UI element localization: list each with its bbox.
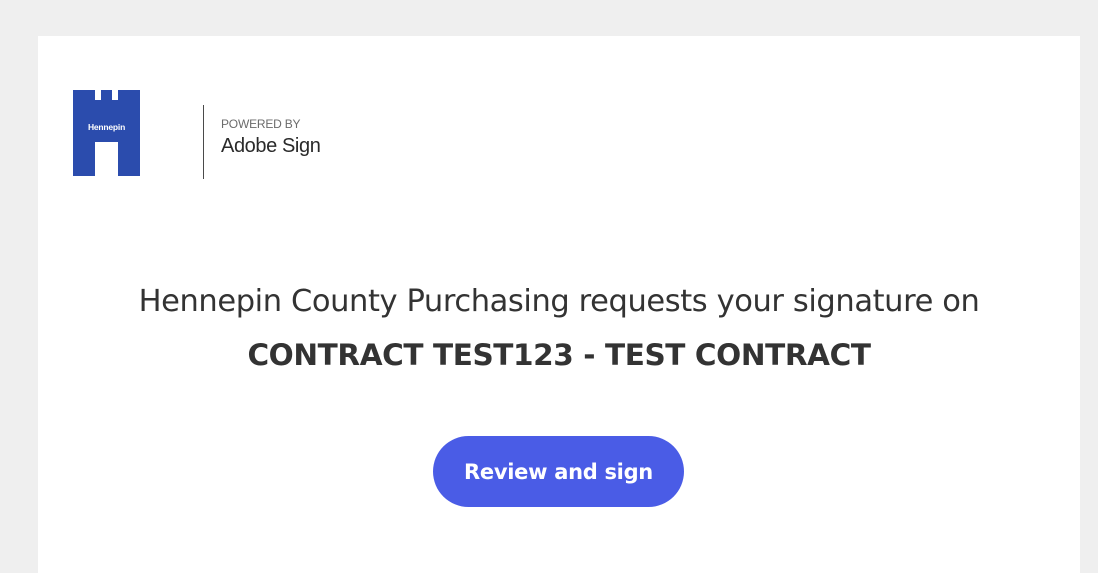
powered-by-label: POWERED BY <box>221 117 301 131</box>
email-card: Hennepin POWERED BY Adobe Sign Hennepin … <box>38 36 1080 573</box>
powered-by-block: POWERED BY Adobe Sign <box>221 117 321 159</box>
hennepin-h-icon <box>73 90 140 176</box>
hennepin-logo: Hennepin <box>73 90 140 176</box>
logo-divider <box>203 105 204 179</box>
document-title: CONTRACT TEST123 - TEST CONTRACT <box>247 338 871 372</box>
hennepin-logo-text: Hennepin <box>87 122 126 132</box>
adobe-sign-wordmark: Adobe Sign <box>221 135 321 157</box>
signature-request-text: Hennepin County Purchasing requests your… <box>138 284 980 319</box>
review-and-sign-button[interactable]: Review and sign <box>433 436 684 507</box>
header-logos: Hennepin POWERED BY Adobe Sign <box>73 90 321 180</box>
